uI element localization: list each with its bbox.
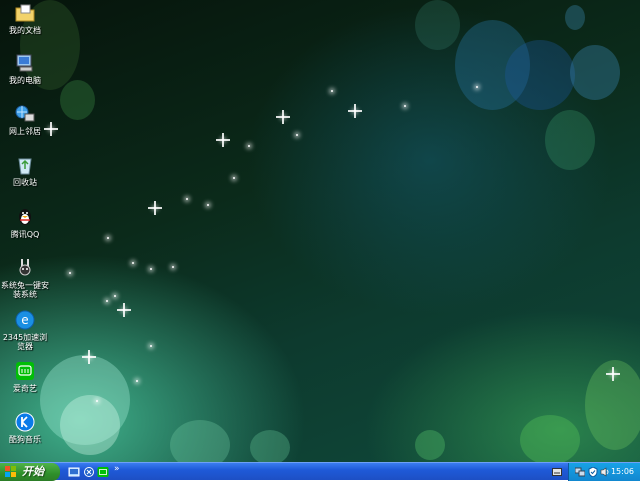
sparkle	[476, 86, 478, 88]
desktop[interactable]: 我的文档 我的电脑 网上邻居 回收站 腾讯QQ 系统兔一键安装系统 e 2345…	[0, 0, 640, 462]
sparkle	[69, 272, 71, 274]
sparkle	[106, 300, 108, 302]
desktop-icon-recycle-bin[interactable]: 回收站	[0, 154, 50, 187]
recycle-bin-icon	[14, 154, 36, 176]
bokeh-circle	[505, 40, 575, 110]
clock[interactable]: 15:06	[611, 463, 634, 481]
sparkle	[248, 145, 250, 147]
desktop-icon-one-click-install[interactable]: 系统兔一键安装系统	[0, 257, 50, 299]
bokeh-circle	[415, 430, 445, 460]
desktop-icon-label: 酷狗音乐	[9, 435, 41, 444]
sparkle	[107, 237, 109, 239]
desktop-icon-kugou[interactable]: 酷狗音乐	[0, 411, 50, 444]
desktop-icon-label: 腾讯QQ	[10, 230, 40, 239]
show-desktop-icon[interactable]	[68, 466, 80, 478]
browser-quicklaunch-icon[interactable]	[83, 466, 95, 478]
sparkle	[150, 345, 152, 347]
keyboard-icon[interactable]	[552, 468, 562, 476]
desktop-icon-label: 我的文档	[9, 26, 41, 35]
desktop-icon-my-computer[interactable]: 我的电脑	[0, 52, 50, 85]
desktop-icon-label: 系统兔一键安装系统	[1, 281, 49, 299]
sparkle	[150, 268, 152, 270]
windows-flag-icon	[5, 466, 16, 477]
bokeh-circle	[545, 110, 595, 170]
iqiyi-icon	[14, 360, 36, 382]
bokeh-circle	[60, 395, 120, 455]
bokeh-circle	[40, 355, 130, 445]
system-tray: 15:06	[568, 463, 640, 481]
desktop-icon-label: 2345加速浏览器	[2, 333, 48, 351]
desktop-icon-network[interactable]: 网上邻居	[0, 103, 50, 136]
desktop-icon-label: 我的电脑	[9, 76, 41, 85]
sparkle	[117, 303, 131, 317]
desktop-icon-label: 爱奇艺	[13, 384, 37, 393]
sparkle	[348, 104, 362, 118]
sparkle	[114, 295, 116, 297]
desktop-icon-iqiyi[interactable]: 爱奇艺	[0, 360, 50, 393]
sparkle	[331, 90, 333, 92]
sparkle	[132, 262, 134, 264]
desktop-icon-qq[interactable]: 腾讯QQ	[0, 206, 50, 239]
desktop-icon-browser-2345[interactable]: e 2345加速浏览器	[0, 309, 50, 351]
sparkle	[296, 134, 298, 136]
start-label: 开始	[22, 465, 44, 478]
svg-text:e: e	[21, 313, 28, 327]
sparkle	[606, 367, 620, 381]
bokeh-circle	[250, 430, 290, 462]
network-tray-icon[interactable]	[575, 467, 585, 477]
desktop-icon-label: 网上邻居	[9, 127, 41, 136]
bokeh-circle	[520, 415, 580, 462]
bokeh-circle	[170, 420, 230, 462]
taskbar: 开始 » 15:06	[0, 462, 640, 481]
sparkle	[276, 110, 290, 124]
sparkle	[404, 105, 406, 107]
kugou-icon	[14, 411, 36, 433]
sparkle	[186, 198, 188, 200]
bokeh-circle	[60, 80, 95, 120]
sparkle	[216, 133, 230, 147]
bokeh-circle	[415, 0, 460, 50]
start-button[interactable]: 开始	[0, 463, 60, 481]
bokeh-circle	[565, 5, 585, 30]
sparkle	[96, 400, 98, 402]
quicklaunch-more-chevron[interactable]: »	[114, 463, 120, 475]
sparkle	[148, 201, 162, 215]
network-icon	[14, 103, 36, 125]
bokeh-circle	[455, 20, 530, 110]
sparkle	[207, 204, 209, 206]
sparkle	[233, 177, 235, 179]
speaker-tray-icon[interactable]	[600, 467, 610, 477]
desktop-icon-my-documents[interactable]: 我的文档	[0, 2, 50, 35]
sparkle	[172, 266, 174, 268]
folder-documents-icon	[14, 2, 36, 24]
bokeh-circle	[570, 45, 620, 100]
sparkle	[44, 122, 58, 136]
shield-tray-icon[interactable]	[588, 467, 598, 477]
qq-penguin-icon	[14, 206, 36, 228]
computer-icon	[14, 52, 36, 74]
browser-e-icon: e	[14, 309, 36, 331]
iqiyi-quicklaunch-icon[interactable]	[97, 466, 109, 478]
rabbit-icon	[14, 257, 36, 279]
desktop-icon-label: 回收站	[13, 178, 37, 187]
sparkle	[136, 380, 138, 382]
sparkle	[82, 350, 96, 364]
